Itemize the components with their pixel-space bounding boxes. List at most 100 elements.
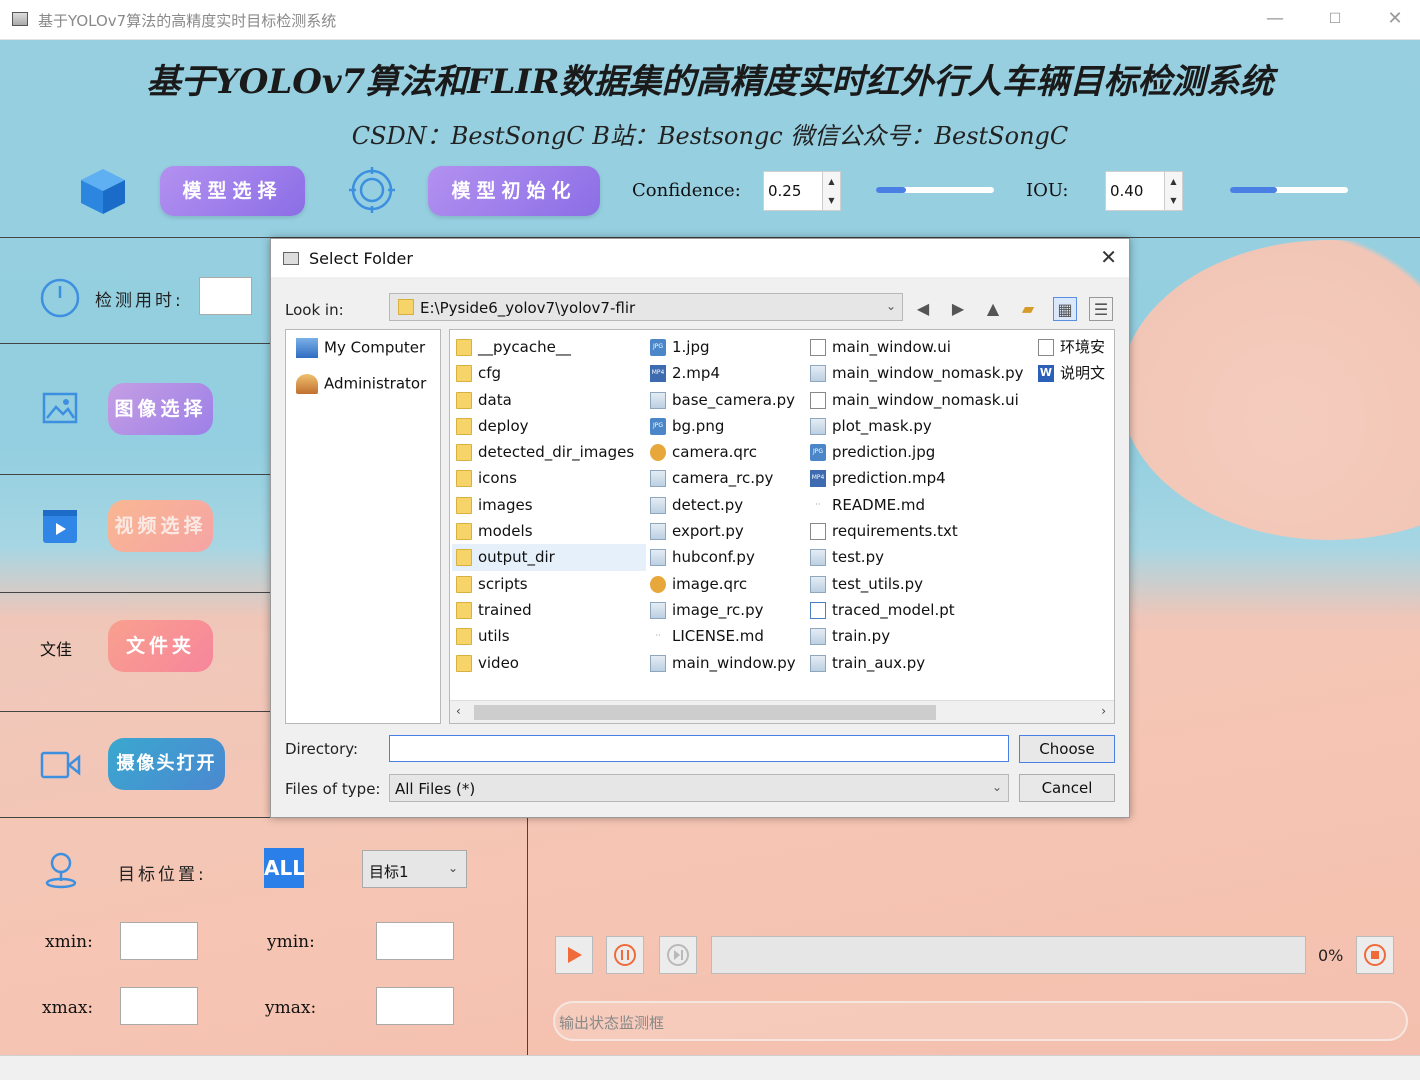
video-select-button[interactable]: 视频选择 <box>108 500 213 552</box>
file-item[interactable]: data <box>452 387 646 413</box>
stop-button[interactable] <box>1356 936 1394 974</box>
file-item[interactable]: plot_mask.py <box>806 413 1034 439</box>
minimize-button[interactable]: — <box>1260 6 1290 32</box>
iou-up-arrow[interactable]: ▲ <box>1164 172 1182 191</box>
file-item[interactable]: utils <box>452 623 646 649</box>
file-item[interactable]: base_camera.py <box>646 387 806 413</box>
file-item[interactable]: main_window.py <box>646 650 806 676</box>
file-item[interactable]: camera.qrc <box>646 439 806 465</box>
close-window-button[interactable]: ✕ <box>1380 6 1410 32</box>
next-frame-button[interactable] <box>659 936 697 974</box>
file-item[interactable]: hubconf.py <box>646 544 806 570</box>
file-item[interactable]: ·· README.md <box>806 492 1034 518</box>
confidence-down-arrow[interactable]: ▼ <box>822 191 840 210</box>
file-item[interactable]: video <box>452 650 646 676</box>
file-item-label: main_window_nomask.ui <box>832 390 1019 409</box>
directory-input[interactable] <box>389 735 1009 762</box>
file-item[interactable]: main_window_nomask.ui <box>806 387 1034 413</box>
files-of-type-label: Files of type: <box>285 780 381 798</box>
md-file-icon: ·· <box>650 628 666 646</box>
scroll-right-icon[interactable]: › <box>1101 704 1106 718</box>
dialog-close-button[interactable]: ✕ <box>1100 245 1117 269</box>
target-select-dropdown[interactable]: 目标1 ⌄ <box>362 850 467 888</box>
file-item[interactable]: __pycache__ <box>452 334 646 360</box>
file-item[interactable]: JPG 1.jpg <box>646 334 806 360</box>
detail-view-icon[interactable]: ☰ <box>1089 297 1113 321</box>
iou-slider[interactable] <box>1230 187 1348 193</box>
file-item[interactable]: main_window_nomask.py <box>806 360 1034 386</box>
place-my-computer[interactable]: My Computer <box>296 338 425 358</box>
doc-file-icon <box>810 339 826 356</box>
file-item[interactable]: camera_rc.py <box>646 465 806 491</box>
file-item-label: LICENSE.md <box>672 627 764 646</box>
file-item[interactable]: export.py <box>646 518 806 544</box>
file-item[interactable]: models <box>452 518 646 544</box>
file-item[interactable]: train.py <box>806 623 1034 649</box>
file-item[interactable]: MP4 prediction.mp4 <box>806 465 1034 491</box>
iou-spinbox[interactable]: 0.40 ▲ ▼ <box>1105 171 1183 211</box>
files-of-type-combo[interactable]: All Files (*) ⌄ <box>389 774 1009 802</box>
image-select-button[interactable]: 图像选择 <box>108 383 213 435</box>
folder-file-icon <box>456 549 472 567</box>
file-item-label: requirements.txt <box>832 522 958 541</box>
file-item[interactable]: 环境安 <box>1034 334 1114 360</box>
file-item[interactable]: image_rc.py <box>646 597 806 623</box>
image-icon <box>42 392 78 424</box>
folder-file-icon <box>456 575 472 593</box>
parent-directory-icon[interactable]: ▲ <box>981 297 1005 321</box>
file-item[interactable]: detect.py <box>646 492 806 518</box>
file-item[interactable]: JPG bg.png <box>646 413 806 439</box>
forward-icon[interactable]: ▶ <box>946 297 970 321</box>
file-item[interactable]: traced_model.pt <box>806 597 1034 623</box>
file-item[interactable]: JPG prediction.jpg <box>806 439 1034 465</box>
camera-open-button[interactable]: 摄像头打开 <box>108 738 225 790</box>
py-file-icon <box>650 601 666 619</box>
play-button[interactable] <box>555 936 593 974</box>
scrollbar-thumb[interactable] <box>474 705 936 720</box>
file-item[interactable]: icons <box>452 465 646 491</box>
progress-bar[interactable] <box>711 936 1306 974</box>
file-item[interactable]: cfg <box>452 360 646 386</box>
cube-icon <box>81 169 125 214</box>
back-icon[interactable]: ◀ <box>911 297 935 321</box>
look-in-combo[interactable]: E:\Pyside6_yolov7\yolov7-flir ⌄ <box>389 293 903 321</box>
file-item[interactable]: requirements.txt <box>806 518 1034 544</box>
file-item[interactable]: scripts <box>452 571 646 597</box>
horizontal-scrollbar[interactable]: ‹ › <box>450 700 1114 723</box>
iou-down-arrow[interactable]: ▼ <box>1164 191 1182 210</box>
file-item[interactable]: deploy <box>452 413 646 439</box>
file-item-label: hubconf.py <box>672 548 755 567</box>
py-file-icon <box>650 523 666 541</box>
scroll-left-icon[interactable]: ‹ <box>456 704 461 718</box>
folder-select-button[interactable]: 文件夹 <box>108 620 213 672</box>
file-item[interactable]: test_utils.py <box>806 571 1034 597</box>
place-administrator[interactable]: Administrator <box>296 374 426 394</box>
file-item-label: prediction.jpg <box>832 443 936 462</box>
cancel-button[interactable]: Cancel <box>1019 774 1115 802</box>
confidence-spinbox[interactable]: 0.25 ▲ ▼ <box>763 171 841 211</box>
video-icon <box>43 510 77 543</box>
file-item[interactable]: image.qrc <box>646 571 806 597</box>
file-item[interactable]: trained <box>452 597 646 623</box>
file-item[interactable]: detected_dir_images <box>452 439 646 465</box>
file-item[interactable]: W 说明文 <box>1034 360 1114 386</box>
file-item[interactable]: output_dir <box>452 544 646 571</box>
file-item[interactable]: ·· LICENSE.md <box>646 623 806 649</box>
confidence-slider[interactable] <box>876 187 994 193</box>
pause-button[interactable] <box>606 936 644 974</box>
file-item[interactable]: main_window.ui <box>806 334 1034 360</box>
file-item[interactable]: train_aux.py <box>806 650 1034 676</box>
ymin-label: ymin: <box>267 932 315 952</box>
file-item[interactable]: MP4 2.mp4 <box>646 360 806 386</box>
file-item[interactable]: images <box>452 492 646 518</box>
maximize-button[interactable]: ☐ <box>1320 6 1350 32</box>
model-select-button[interactable]: 模型选择 <box>160 166 305 216</box>
confidence-up-arrow[interactable]: ▲ <box>822 172 840 191</box>
file-item[interactable]: test.py <box>806 544 1034 570</box>
file-item-label: __pycache__ <box>478 338 571 356</box>
choose-button[interactable]: Choose <box>1019 735 1115 763</box>
all-targets-icon[interactable]: ALL <box>264 848 305 888</box>
new-folder-icon[interactable]: ▰ <box>1016 297 1040 321</box>
list-view-icon[interactable]: ▦ <box>1053 297 1077 321</box>
model-init-button[interactable]: 模型初始化 <box>428 166 600 216</box>
